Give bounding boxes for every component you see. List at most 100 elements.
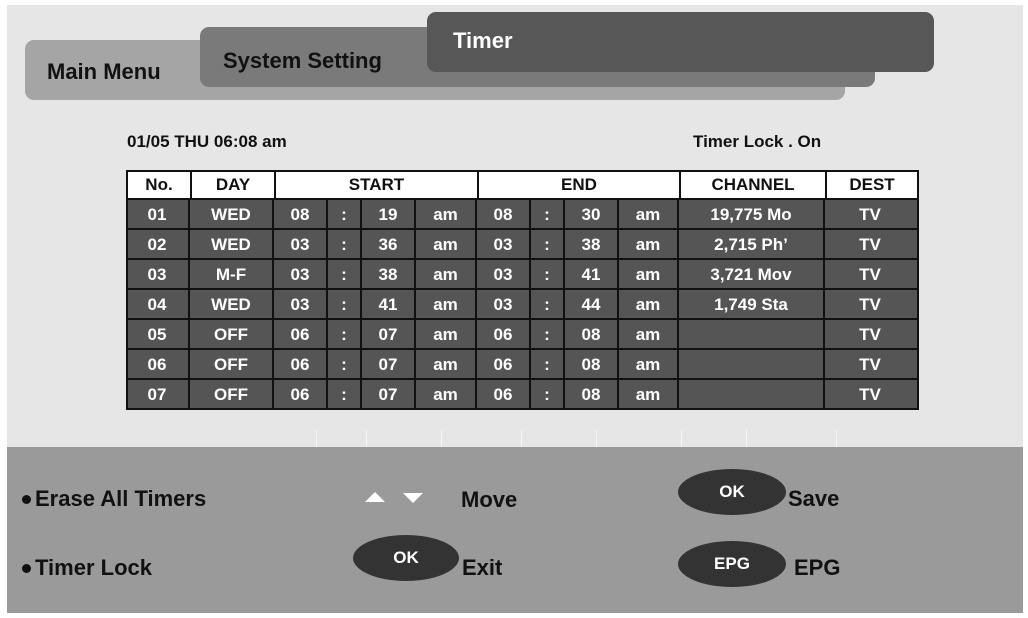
cell-start-ap[interactable]: am [416, 350, 477, 380]
cell-no[interactable]: 03 [126, 260, 190, 290]
bullet-dot-icon [22, 495, 31, 504]
cell-dest[interactable]: TV [825, 290, 915, 320]
cell-no[interactable]: 02 [126, 230, 190, 260]
cell-end-ap[interactable]: am [619, 290, 679, 320]
header-end: END [479, 172, 681, 198]
cell-end-m[interactable]: 44 [565, 290, 619, 320]
table-row[interactable]: 05 OFF 06:07 am 06:08 am TV [126, 320, 919, 350]
cell-channel[interactable] [679, 350, 825, 380]
cell-end-m[interactable]: 08 [565, 320, 619, 350]
cell-start-ap[interactable]: am [416, 200, 477, 230]
time-separator: : [328, 260, 362, 290]
cell-start-m[interactable]: 19 [362, 200, 416, 230]
cell-end-h[interactable]: 08 [477, 200, 531, 230]
cell-end-m[interactable]: 08 [565, 350, 619, 380]
cell-start-m[interactable]: 07 [362, 380, 416, 410]
table-row[interactable]: 03 M-F 03:38 am 03:41 am 3,721 Mov TV [126, 260, 919, 290]
bottom-command-panel: Erase All Timers Timer Lock Move OK Exit… [7, 447, 1023, 613]
cell-start-ap[interactable]: am [416, 380, 477, 410]
timer-lock-status: Timer Lock . On [693, 132, 822, 151]
cell-end-m[interactable]: 41 [565, 260, 619, 290]
cell-start-h[interactable]: 06 [274, 380, 328, 410]
cell-channel[interactable] [679, 380, 825, 410]
cell-start-h[interactable]: 03 [274, 260, 328, 290]
time-separator: : [531, 230, 565, 260]
cell-dest[interactable]: TV [825, 350, 915, 380]
cell-start-h[interactable]: 06 [274, 350, 328, 380]
cell-day[interactable]: OFF [190, 320, 274, 350]
cell-end-ap[interactable]: am [619, 380, 679, 410]
table-row[interactable]: 07 OFF 06:07 am 06:08 am TV [126, 380, 919, 410]
cell-end-h[interactable]: 06 [477, 350, 531, 380]
cell-start-h[interactable]: 08 [274, 200, 328, 230]
cell-dest[interactable]: TV [825, 260, 915, 290]
epg-button[interactable]: EPG [678, 541, 786, 587]
cell-dest[interactable]: TV [825, 320, 915, 350]
cell-channel[interactable]: 3,721 Mov [679, 260, 825, 290]
cell-channel[interactable] [679, 320, 825, 350]
cell-start-ap[interactable]: am [416, 260, 477, 290]
cell-end-h[interactable]: 03 [477, 230, 531, 260]
cell-no[interactable]: 06 [126, 350, 190, 380]
table-row[interactable]: 01 WED 08:19 am 08:30 am 19,775 Mo TV [126, 200, 919, 230]
cell-channel[interactable]: 19,775 Mo [679, 200, 825, 230]
cell-dest[interactable]: TV [825, 230, 915, 260]
cell-channel[interactable]: 2,715 Ph’ [679, 230, 825, 260]
cell-day[interactable]: OFF [190, 350, 274, 380]
cell-end-ap[interactable]: am [619, 320, 679, 350]
cell-day[interactable]: WED [190, 290, 274, 320]
cell-end-m[interactable]: 38 [565, 230, 619, 260]
cell-start-h[interactable]: 06 [274, 320, 328, 350]
cell-day[interactable]: WED [190, 200, 274, 230]
cell-end-h[interactable]: 06 [477, 380, 531, 410]
cell-end-h[interactable]: 03 [477, 260, 531, 290]
bullet-dot-icon [22, 564, 31, 573]
cell-dest[interactable]: TV [825, 380, 915, 410]
ok-exit-button[interactable]: OK [353, 535, 459, 581]
time-separator: : [531, 200, 565, 230]
time-separator: : [328, 350, 362, 380]
cell-start-m[interactable]: 07 [362, 320, 416, 350]
table-header: No. DAY START END CHANNEL DEST [126, 170, 919, 200]
cell-channel[interactable]: 1,749 Sta [679, 290, 825, 320]
cell-dest[interactable]: TV [825, 200, 915, 230]
table-row[interactable]: 02 WED 03:36 am 03:38 am 2,715 Ph’ TV [126, 230, 919, 260]
cell-start-m[interactable]: 38 [362, 260, 416, 290]
cell-no[interactable]: 04 [126, 290, 190, 320]
cell-end-ap[interactable]: am [619, 260, 679, 290]
cell-start-ap[interactable]: am [416, 320, 477, 350]
exit-label: Exit [462, 555, 503, 580]
cell-end-ap[interactable]: am [619, 350, 679, 380]
cell-start-m[interactable]: 07 [362, 350, 416, 380]
cell-start-m[interactable]: 36 [362, 230, 416, 260]
cell-end-m[interactable]: 08 [565, 380, 619, 410]
timer-lock-option[interactable]: Timer Lock [35, 555, 152, 581]
cell-end-ap[interactable]: am [619, 230, 679, 260]
tab-timer-label: Timer [453, 28, 513, 53]
cell-no[interactable]: 05 [126, 320, 190, 350]
cell-start-h[interactable]: 03 [274, 230, 328, 260]
erase-all-timers-option[interactable]: Erase All Timers [35, 486, 206, 512]
cell-day[interactable]: M-F [190, 260, 274, 290]
current-datetime: 01/05 THU 06:08 am [127, 132, 287, 151]
time-separator: : [531, 290, 565, 320]
cell-no[interactable]: 01 [126, 200, 190, 230]
cell-day[interactable]: OFF [190, 380, 274, 410]
ok-save-button[interactable]: OK [678, 469, 786, 515]
cell-start-h[interactable]: 03 [274, 290, 328, 320]
move-label: Move [461, 487, 518, 512]
cell-no[interactable]: 07 [126, 380, 190, 410]
time-separator: : [531, 380, 565, 410]
table-row[interactable]: 04 WED 03:41 am 03:44 am 1,749 Sta TV [126, 290, 919, 320]
cell-start-m[interactable]: 41 [362, 290, 416, 320]
cell-end-h[interactable]: 03 [477, 290, 531, 320]
cell-start-ap[interactable]: am [416, 290, 477, 320]
time-separator: : [328, 200, 362, 230]
cell-day[interactable]: WED [190, 230, 274, 260]
cell-end-h[interactable]: 06 [477, 320, 531, 350]
cell-end-ap[interactable]: am [619, 200, 679, 230]
arrow-up-icon [365, 492, 385, 502]
cell-start-ap[interactable]: am [416, 230, 477, 260]
table-row[interactable]: 06 OFF 06:07 am 06:08 am TV [126, 350, 919, 380]
cell-end-m[interactable]: 30 [565, 200, 619, 230]
